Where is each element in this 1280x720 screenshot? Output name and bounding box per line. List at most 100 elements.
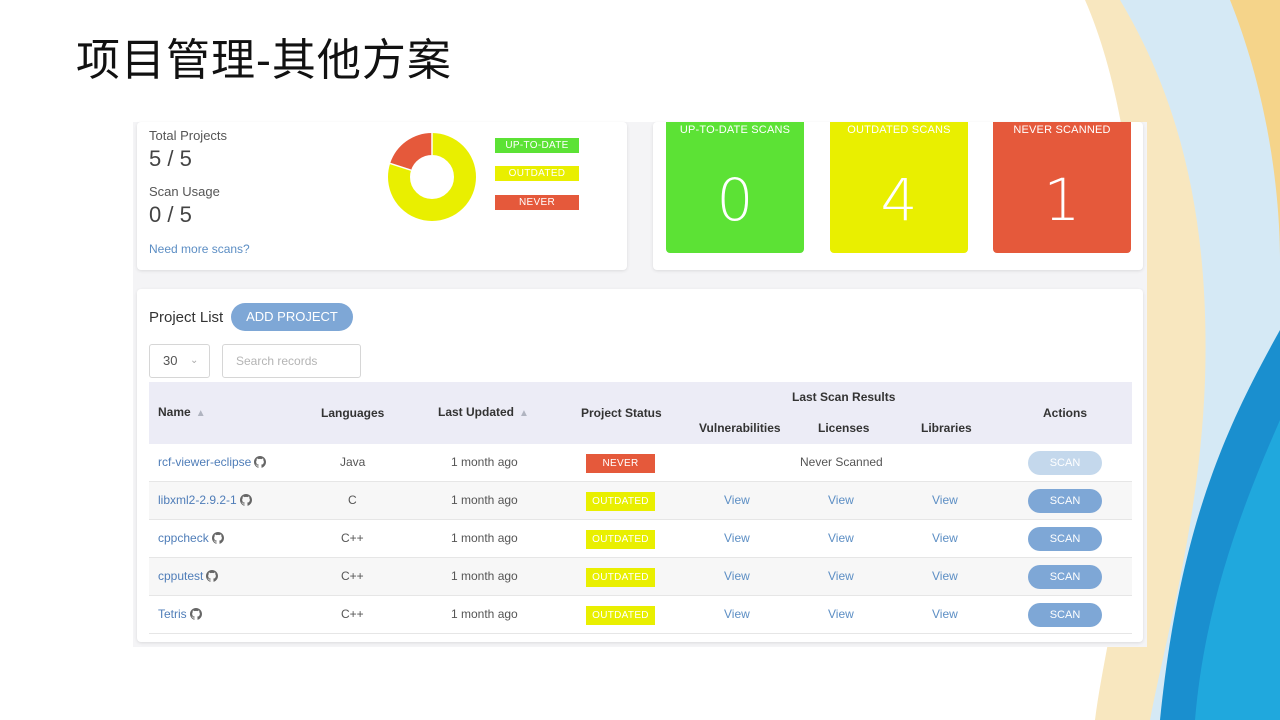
column-name[interactable]: Name ▲︎ — [158, 405, 206, 419]
tile-up-to-date-scans: UP-TO-DATE SCANS 0 — [666, 122, 804, 253]
scan-button[interactable]: SCAN — [1028, 565, 1102, 589]
legend-never: NEVER — [495, 195, 579, 210]
summary-card: Total Projects 5 / 5 Scan Usage 0 / 5 Ne… — [137, 122, 627, 270]
never-scanned-text: Never Scanned — [800, 455, 883, 469]
vulnerabilities-view-link[interactable]: View — [724, 482, 750, 519]
project-name-cell: cppcheck — [158, 520, 224, 557]
status-badge: NEVER — [586, 454, 655, 473]
total-projects-label: Total Projects — [149, 128, 228, 143]
legend-up-to-date: UP-TO-DATE — [495, 138, 579, 153]
page-size-value: 30 — [163, 353, 178, 368]
project-name-link[interactable]: libxml2-2.9.2-1 — [158, 493, 237, 507]
view-link-text: View — [932, 607, 958, 621]
vulnerabilities-view-link[interactable]: View — [724, 596, 750, 633]
project-status-donut — [388, 133, 476, 221]
slide-title: 项目管理-其他方案 — [76, 35, 452, 86]
sort-icon: ▲︎ — [519, 408, 529, 419]
scan-tiles-card: UP-TO-DATE SCANS 0 OUTDATED SCANS 4 NEVE… — [653, 122, 1143, 270]
tile-outdated-scans: OUTDATED SCANS 4 — [830, 122, 968, 253]
licenses-view-link[interactable]: View — [828, 596, 854, 633]
scan-button[interactable]: SCAN — [1028, 603, 1102, 627]
view-link-text: View — [828, 607, 854, 621]
scan-button[interactable]: SCAN — [1028, 489, 1102, 513]
column-last-updated[interactable]: Last Updated ▲︎ — [438, 405, 529, 419]
licenses-view-link[interactable]: View — [828, 482, 854, 519]
github-icon — [189, 607, 202, 620]
column-vulnerabilities: Vulnerabilities — [699, 421, 781, 435]
language-cell: C++ — [341, 607, 364, 621]
view-link-text: View — [828, 531, 854, 545]
column-group-last-scan-results: Last Scan Results — [792, 390, 896, 404]
table-row: Tetris C++ 1 month ago OUTDATED View Vie… — [149, 596, 1132, 634]
view-link-text: View — [724, 607, 750, 621]
tile-label: NEVER SCANNED — [1013, 124, 1111, 136]
last-updated-cell: 1 month ago — [451, 531, 518, 545]
github-icon — [254, 455, 267, 468]
column-project-status: Project Status — [581, 406, 662, 420]
table-row: libxml2-2.9.2-1 C 1 month ago OUTDATED V… — [149, 482, 1132, 520]
libraries-view-link[interactable]: View — [932, 520, 958, 557]
page-size-select[interactable]: 30 ⌄ — [149, 344, 210, 378]
vulnerabilities-view-link[interactable]: View — [724, 520, 750, 557]
tile-label: UP-TO-DATE SCANS — [679, 124, 791, 136]
view-link-text: View — [724, 493, 750, 507]
status-badge: OUTDATED — [586, 530, 655, 549]
libraries-view-link[interactable]: View — [932, 558, 958, 595]
vulnerabilities-view-link[interactable]: View — [724, 558, 750, 595]
status-badge: OUTDATED — [586, 606, 655, 625]
licenses-view-link[interactable]: View — [828, 558, 854, 595]
scan-button[interactable]: SCAN — [1028, 451, 1102, 475]
last-updated-cell: 1 month ago — [451, 455, 518, 469]
view-link-text: View — [828, 569, 854, 583]
view-link-text: View — [932, 569, 958, 583]
github-icon — [206, 569, 219, 582]
last-updated-cell: 1 month ago — [451, 569, 518, 583]
view-link-text: View — [724, 569, 750, 583]
chevron-down-icon: ⌄ — [190, 355, 199, 366]
tile-value: 1 — [1043, 166, 1081, 234]
table-row: cpputest C++ 1 month ago OUTDATED View V… — [149, 558, 1132, 596]
total-projects-value: 5 / 5 — [149, 146, 192, 171]
project-name-cell: rcf-viewer-eclipse — [158, 444, 267, 481]
add-project-button[interactable]: ADD PROJECT — [231, 303, 353, 331]
view-link-text: View — [932, 531, 958, 545]
project-name-cell: Tetris — [158, 596, 202, 633]
search-input[interactable] — [222, 344, 361, 378]
need-more-scans-link[interactable]: Need more scans? — [149, 242, 250, 256]
libraries-view-link[interactable]: View — [932, 482, 958, 519]
app-screenshot: Total Projects 5 / 5 Scan Usage 0 / 5 Ne… — [133, 122, 1147, 647]
language-cell: C — [348, 493, 357, 507]
project-list-card: Project List ADD PROJECT 30 ⌄ Name ▲︎ Lan… — [137, 289, 1143, 642]
github-icon — [211, 531, 224, 544]
status-badge: OUTDATED — [586, 568, 655, 587]
column-actions: Actions — [1043, 406, 1088, 420]
libraries-view-link[interactable]: View — [932, 596, 958, 633]
column-libraries: Libraries — [921, 421, 972, 435]
project-name-link[interactable]: cppcheck — [158, 531, 209, 545]
language-cell: Java — [340, 455, 366, 469]
view-link-text: View — [724, 531, 750, 545]
project-name-link[interactable]: rcf-viewer-eclipse — [158, 455, 251, 469]
language-cell: C++ — [341, 531, 364, 545]
tile-value: 0 — [716, 166, 754, 234]
status-badge: OUTDATED — [586, 492, 655, 511]
project-name-link[interactable]: cpputest — [158, 569, 203, 583]
table-header: Name ▲︎ Languages Last Updated ▲︎ Project … — [149, 382, 1132, 444]
scan-button[interactable]: SCAN — [1028, 527, 1102, 551]
licenses-view-link[interactable]: View — [828, 520, 854, 557]
table-row: cppcheck C++ 1 month ago OUTDATED View V… — [149, 520, 1132, 558]
last-updated-cell: 1 month ago — [451, 493, 518, 507]
project-name-cell: cpputest — [158, 558, 219, 595]
view-link-text: View — [932, 493, 958, 507]
sort-icon: ▲︎ — [195, 408, 206, 419]
tile-never-scanned: NEVER SCANNED 1 — [993, 122, 1131, 253]
column-languages: Languages — [321, 406, 385, 420]
table-row: rcf-viewer-eclipse Java 1 month ago NEVE… — [149, 444, 1132, 482]
last-updated-cell: 1 month ago — [451, 607, 518, 621]
language-cell: C++ — [341, 569, 364, 583]
tile-label: OUTDATED SCANS — [847, 124, 951, 136]
scan-usage-value: 0 / 5 — [149, 202, 192, 227]
legend-outdated: OUTDATED — [495, 166, 579, 181]
project-name-link[interactable]: Tetris — [158, 607, 187, 621]
github-icon — [239, 493, 252, 506]
